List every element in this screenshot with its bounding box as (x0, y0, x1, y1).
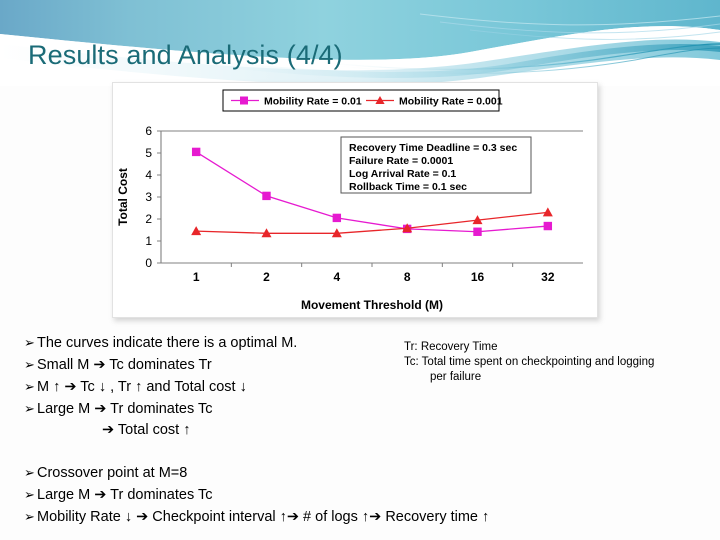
bullet-text: M ↑ ➔ Tc ↓ , Tr ↑ and Total cost ↓ (37, 379, 247, 395)
bullet-glyph: ➢ (24, 487, 35, 502)
bullet-text: Crossover point at M=8 (37, 465, 188, 481)
series-data-point (473, 227, 482, 236)
definitions-note: Tr: Recovery Time Tc: Total time spent o… (404, 340, 704, 385)
chart-container: Mobility Rate = 0.01 Mobility Rate = 0.0… (112, 82, 598, 318)
annotation-line: Failure Rate = 0.0001 (349, 155, 453, 167)
bullet-item: ➢ The curves indicate there is a optimal … (24, 332, 297, 354)
y-tick-label: 0 (145, 256, 152, 270)
bullet-list-bottom: ➢ Crossover point at M=8 ➢ Large M ➔ Tr do… (24, 462, 489, 528)
x-tick-label: 8 (404, 270, 411, 284)
total-cost-line-chart: Mobility Rate = 0.01 Mobility Rate = 0.0… (113, 83, 597, 317)
bullet-glyph: ➢ (24, 509, 35, 524)
x-axis-label: Movement Threshold (M) (301, 298, 443, 312)
chart-background (113, 83, 597, 317)
definition-tr: Tr: Recovery Time (404, 341, 498, 353)
bullet-text: Large M ➔ Tr dominates Tc (37, 487, 213, 503)
bullet-item: ➢ Crossover point at M=8 (24, 462, 489, 484)
chart-legend: Mobility Rate = 0.01 Mobility Rate = 0.0… (222, 89, 503, 112)
y-tick-label: 5 (145, 146, 152, 160)
y-axis-label: Total Cost (116, 168, 130, 226)
bullet-text: Small M ➔ Tc dominates Tr (37, 357, 212, 373)
bullet-glyph: ➢ (24, 335, 35, 350)
bullet-text: The curves indicate there is a optimal M… (37, 335, 298, 351)
swoosh-accent-line-1 (299, 43, 720, 70)
y-tick-label: 2 (145, 212, 152, 226)
x-tick-label: 16 (471, 270, 485, 284)
bullet-glyph: ➢ (24, 401, 35, 416)
swoosh-accent-line-5 (469, 29, 720, 40)
legend-label-series-2: Mobility Rate = 0.001 (399, 96, 503, 108)
definition-tc-continuation: per failure (430, 371, 482, 383)
bullet-item-continuation: ➔ Total cost ↑ (24, 420, 297, 441)
x-tick-label: 2 (263, 270, 270, 284)
series-data-point (332, 213, 342, 223)
series-data-point (262, 191, 271, 201)
x-tick-label: 1 (193, 270, 200, 284)
bullet-glyph: ➢ (24, 465, 35, 480)
y-tick-label: 3 (145, 190, 152, 204)
bullet-list-top: ➢ The curves indicate there is a optimal … (24, 332, 297, 441)
y-tick-label: 1 (145, 234, 152, 248)
x-tick-label: 4 (333, 270, 340, 284)
bullet-item: ➢ M ↑ ➔ Tc ↓ , Tr ↑ and Total cost ↓ (24, 376, 297, 398)
legend-label-series-1: Mobility Rate = 0.01 (264, 96, 362, 108)
swoosh-accent-line-2 (319, 47, 720, 74)
annotation-line: Log Arrival Rate = 0.1 (349, 168, 456, 180)
bullet-item: ➢ Large M ➔ Tr dominates Tc (24, 484, 489, 506)
legend-marker-series-1 (240, 96, 248, 105)
y-tick-label: 6 (145, 124, 152, 138)
bullet-text: Large M ➔ Tr dominates Tc (37, 401, 213, 417)
swoosh-accent-line-3 (419, 13, 720, 26)
chart-annotation: Recovery Time Deadline = 0.3 secFailure … (340, 136, 532, 194)
bullet-glyph: ➢ (24, 357, 35, 372)
slide-canvas: Results and Analysis (4/4) Mobility Rate… (0, 0, 720, 540)
bullet-item: ➢ Large M ➔ Tr dominates Tc (24, 398, 297, 420)
bullet-item: ➢ Mobility Rate ↓ ➔ Checkpoint interval ↑… (24, 506, 489, 528)
x-tick-label: 32 (541, 270, 555, 284)
bullet-glyph: ➢ (24, 379, 35, 394)
definition-tc: Tc: Total time spent on checkpointing an… (404, 356, 655, 368)
annotation-line: Rollback Time = 0.1 sec (349, 181, 467, 193)
bullet-text: Mobility Rate ↓ ➔ Checkpoint interval ↑➔… (37, 509, 490, 525)
page-title: Results and Analysis (4/4) (28, 40, 343, 70)
y-tick-label: 4 (145, 168, 152, 182)
bullet-text: ➔ Total cost ↑ (102, 422, 191, 438)
annotation-line: Recovery Time Deadline = 0.3 sec (349, 142, 517, 154)
swoosh-accent-line-4 (439, 21, 720, 34)
series-data-point (191, 147, 201, 157)
series-data-point (543, 221, 553, 231)
bullet-item: ➢ Small M ➔ Tc dominates Tr (24, 354, 297, 376)
